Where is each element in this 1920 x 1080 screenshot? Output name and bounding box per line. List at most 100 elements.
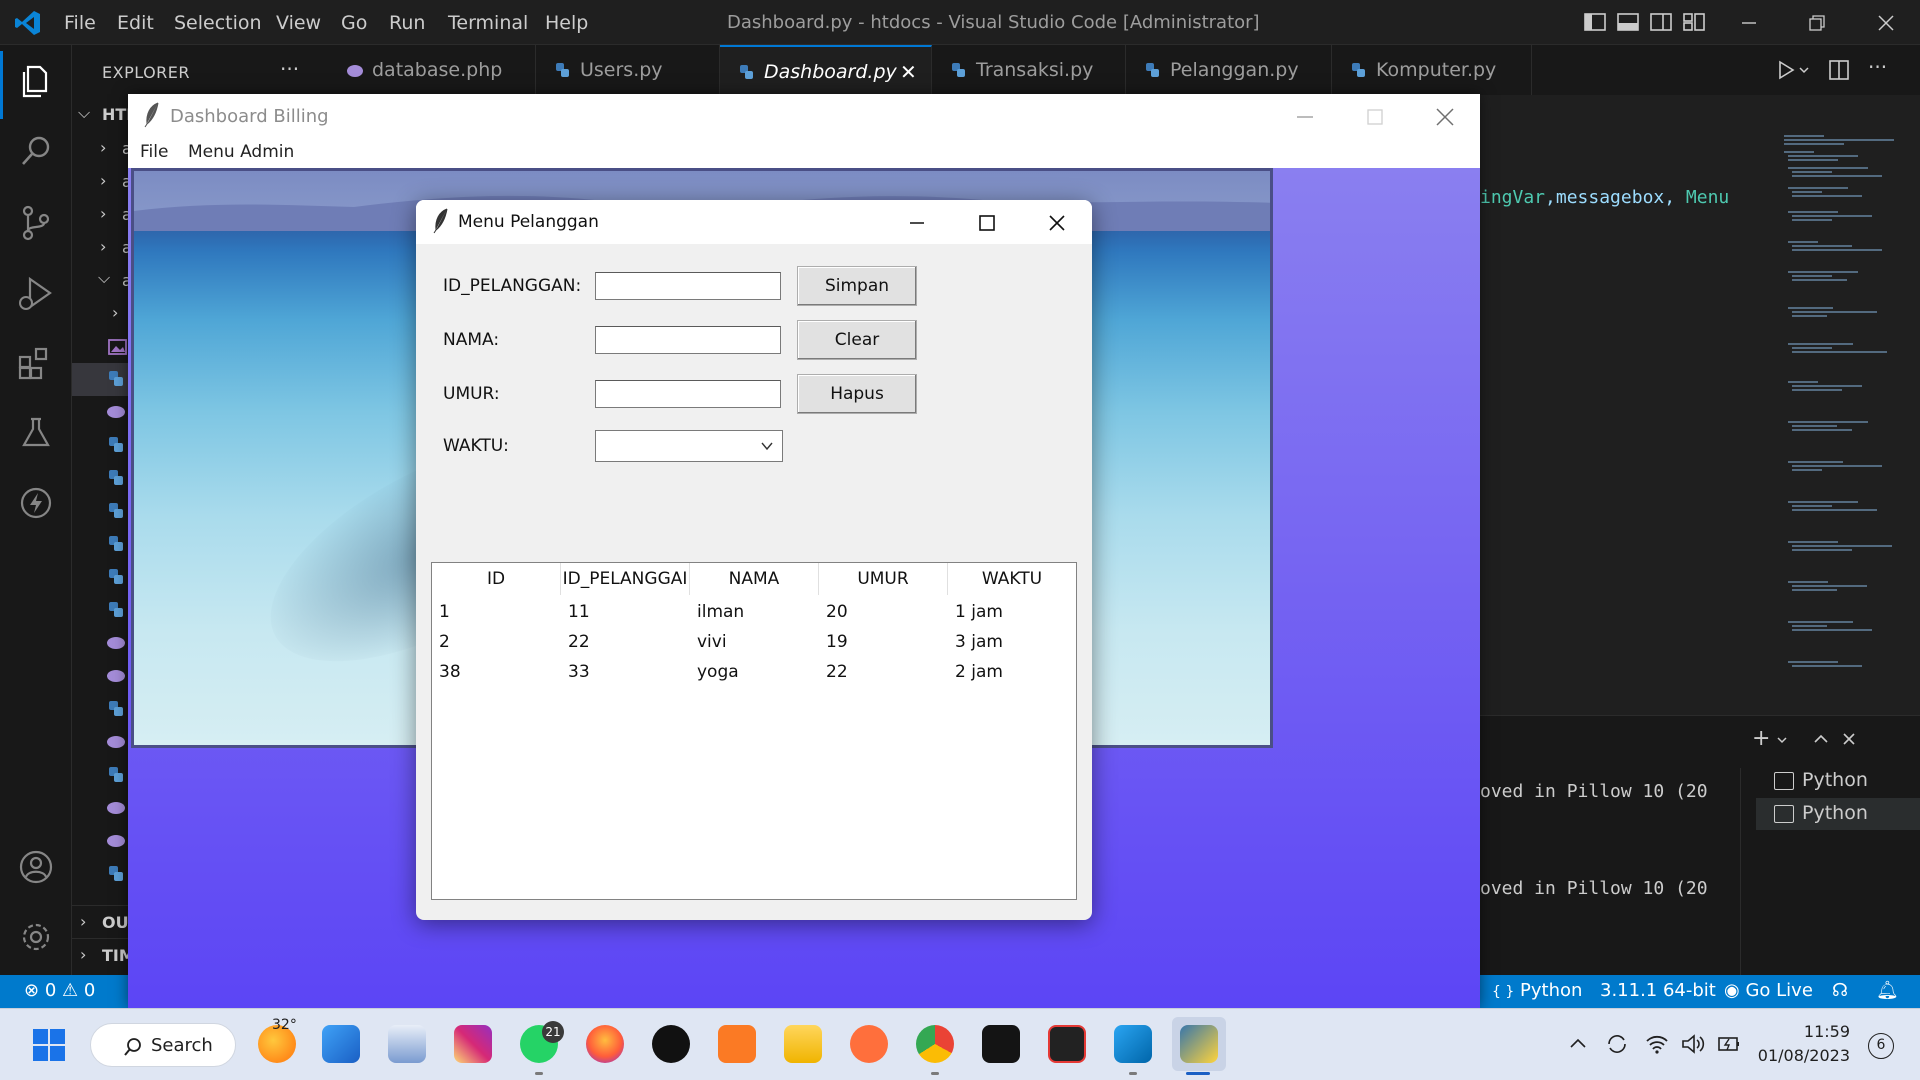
tab-dashboard-py[interactable]: Dashboard.py ✕ bbox=[720, 45, 932, 95]
dashboard-minimize-icon[interactable] bbox=[1292, 104, 1318, 130]
pelanggan-table[interactable]: ID ID_PELANGGAI NAMA UMUR WAKTU 1 11 ilm… bbox=[431, 562, 1077, 900]
remote-desktop-icon[interactable] bbox=[388, 1025, 426, 1063]
python-file-icon[interactable] bbox=[106, 567, 126, 587]
customize-layout-icon[interactable] bbox=[1682, 11, 1706, 33]
tab-users-py[interactable]: Users.py bbox=[536, 45, 720, 95]
menu-edit[interactable]: Edit bbox=[117, 12, 154, 34]
close-panel-icon[interactable] bbox=[1840, 730, 1858, 748]
chevron-down-icon[interactable] bbox=[760, 439, 774, 453]
tab-database-php[interactable]: database.php bbox=[328, 45, 536, 95]
file-explorer-icon[interactable] bbox=[784, 1025, 822, 1063]
php-file-icon[interactable] bbox=[106, 402, 126, 422]
thunder-client-icon[interactable] bbox=[14, 481, 58, 525]
table-row[interactable]: 38 33 yoga 22 2 jam bbox=[432, 657, 1076, 687]
php-file-icon[interactable] bbox=[106, 666, 126, 686]
accounts-icon[interactable] bbox=[14, 845, 58, 889]
python-file-icon[interactable] bbox=[106, 435, 126, 455]
umur-input[interactable] bbox=[595, 380, 781, 408]
notifications-bell-icon[interactable]: 🔔︎ bbox=[1876, 980, 1899, 1001]
go-live-button[interactable]: ◉ Go Live bbox=[1724, 980, 1813, 1001]
php-file-icon[interactable] bbox=[106, 798, 126, 818]
restore-icon[interactable] bbox=[1804, 10, 1830, 36]
hapus-button[interactable]: Hapus bbox=[797, 374, 917, 414]
accounts-feedback-icon[interactable]: ☊ bbox=[1832, 980, 1848, 1001]
extensions-icon[interactable] bbox=[14, 341, 58, 385]
tab-komputer-py[interactable]: Komputer.py bbox=[1332, 45, 1532, 95]
python-file-icon[interactable] bbox=[106, 468, 126, 488]
column-header-waktu[interactable]: WAKTU bbox=[948, 563, 1076, 595]
maximize-panel-chevron-icon[interactable] bbox=[1812, 730, 1830, 748]
php-file-icon[interactable] bbox=[106, 831, 126, 851]
tab-transaksi-py[interactable]: Transaksi.py bbox=[932, 45, 1126, 95]
column-header-nama[interactable]: NAMA bbox=[690, 563, 819, 595]
chrome-icon[interactable] bbox=[916, 1025, 954, 1063]
minimap[interactable] bbox=[1780, 131, 1910, 711]
clear-button[interactable]: Clear bbox=[797, 320, 917, 360]
minimize-icon[interactable] bbox=[1736, 10, 1762, 36]
php-file-icon[interactable] bbox=[106, 633, 126, 653]
terminal-instance-active[interactable]: Python bbox=[1756, 798, 1920, 830]
split-editor-icon[interactable] bbox=[1828, 59, 1850, 81]
image-file-icon[interactable] bbox=[108, 337, 128, 357]
simpan-button[interactable]: Simpan bbox=[797, 266, 917, 306]
menu-selection[interactable]: Selection bbox=[174, 12, 262, 34]
editor-more-actions[interactable]: ··· bbox=[1868, 55, 1887, 79]
source-control-icon[interactable] bbox=[14, 201, 58, 245]
menu-terminal[interactable]: Terminal bbox=[448, 12, 528, 34]
menu-help[interactable]: Help bbox=[545, 12, 588, 34]
python-file-icon[interactable] bbox=[106, 765, 126, 785]
explorer-more-actions[interactable]: ··· bbox=[280, 57, 299, 81]
terminal-dropdown-chevron-icon[interactable] bbox=[1776, 734, 1788, 746]
tab-pelanggan-py[interactable]: Pelanggan.py bbox=[1126, 45, 1332, 95]
notification-center-badge[interactable]: 6 bbox=[1868, 1033, 1894, 1059]
php-file-icon[interactable] bbox=[106, 732, 126, 752]
tab-close-icon[interactable]: ✕ bbox=[900, 60, 917, 84]
clock-date[interactable]: 01/08/2023 bbox=[1740, 1046, 1850, 1065]
python-file-icon[interactable] bbox=[106, 864, 126, 884]
menu-run[interactable]: Run bbox=[389, 12, 425, 34]
terminal-instance[interactable]: Python bbox=[1756, 765, 1920, 797]
nama-input[interactable] bbox=[595, 326, 781, 354]
dashboard-menu-admin[interactable]: Menu Admin bbox=[188, 142, 294, 162]
interpreter-version[interactable]: 3.11.1 64-bit bbox=[1600, 980, 1716, 1001]
dashboard-maximize-icon[interactable] bbox=[1362, 104, 1388, 130]
table-row[interactable]: 1 11 ilman 20 1 jam bbox=[432, 597, 1076, 627]
python-file-icon[interactable] bbox=[106, 600, 126, 620]
taskbar-search-box[interactable]: Search bbox=[90, 1023, 236, 1067]
dashboard-close-icon[interactable] bbox=[1432, 104, 1458, 130]
toggle-primary-sidebar-icon[interactable] bbox=[1583, 11, 1607, 33]
xampp-icon[interactable] bbox=[718, 1025, 756, 1063]
pelanggan-maximize-icon[interactable] bbox=[974, 210, 1000, 236]
microsoft-store-icon[interactable] bbox=[322, 1025, 360, 1063]
new-terminal-icon[interactable]: + bbox=[1752, 726, 1770, 751]
column-header-umur[interactable]: UMUR bbox=[819, 563, 948, 595]
firefox-icon[interactable] bbox=[586, 1025, 624, 1063]
python-tk-taskbar-icon[interactable] bbox=[1180, 1025, 1218, 1063]
pelanggan-minimize-icon[interactable] bbox=[904, 210, 930, 236]
id-pelanggan-input[interactable] bbox=[595, 272, 781, 300]
settings-gear-icon[interactable] bbox=[14, 915, 58, 959]
menu-file[interactable]: File bbox=[64, 12, 96, 34]
screen-recorder-icon[interactable] bbox=[1048, 1025, 1086, 1063]
wifi-icon[interactable] bbox=[1644, 1031, 1670, 1057]
clock-time[interactable]: 11:59 bbox=[1760, 1022, 1850, 1041]
instagram-icon[interactable] bbox=[454, 1025, 492, 1063]
column-header-id[interactable]: ID bbox=[432, 563, 561, 595]
column-header-id-pelanggan[interactable]: ID_PELANGGAI bbox=[561, 563, 690, 595]
netflix-icon[interactable] bbox=[982, 1025, 1020, 1063]
python-file-icon[interactable] bbox=[106, 699, 126, 719]
app-orange-icon[interactable] bbox=[850, 1025, 888, 1063]
volume-icon[interactable] bbox=[1680, 1031, 1706, 1057]
run-python-file-icon[interactable] bbox=[1776, 60, 1796, 80]
testing-icon[interactable] bbox=[14, 411, 58, 455]
dashboard-menu-file[interactable]: File bbox=[140, 142, 168, 162]
waktu-combobox[interactable] bbox=[595, 430, 783, 462]
vscode-taskbar-icon[interactable] bbox=[1114, 1025, 1152, 1063]
search-icon[interactable] bbox=[14, 129, 58, 173]
menu-view[interactable]: View bbox=[276, 12, 321, 34]
explorer-icon[interactable] bbox=[14, 59, 58, 103]
close-icon[interactable] bbox=[1873, 10, 1899, 36]
sync-icon[interactable] bbox=[1604, 1031, 1630, 1057]
menu-go[interactable]: Go bbox=[341, 12, 367, 34]
battery-charging-icon[interactable] bbox=[1716, 1031, 1742, 1057]
